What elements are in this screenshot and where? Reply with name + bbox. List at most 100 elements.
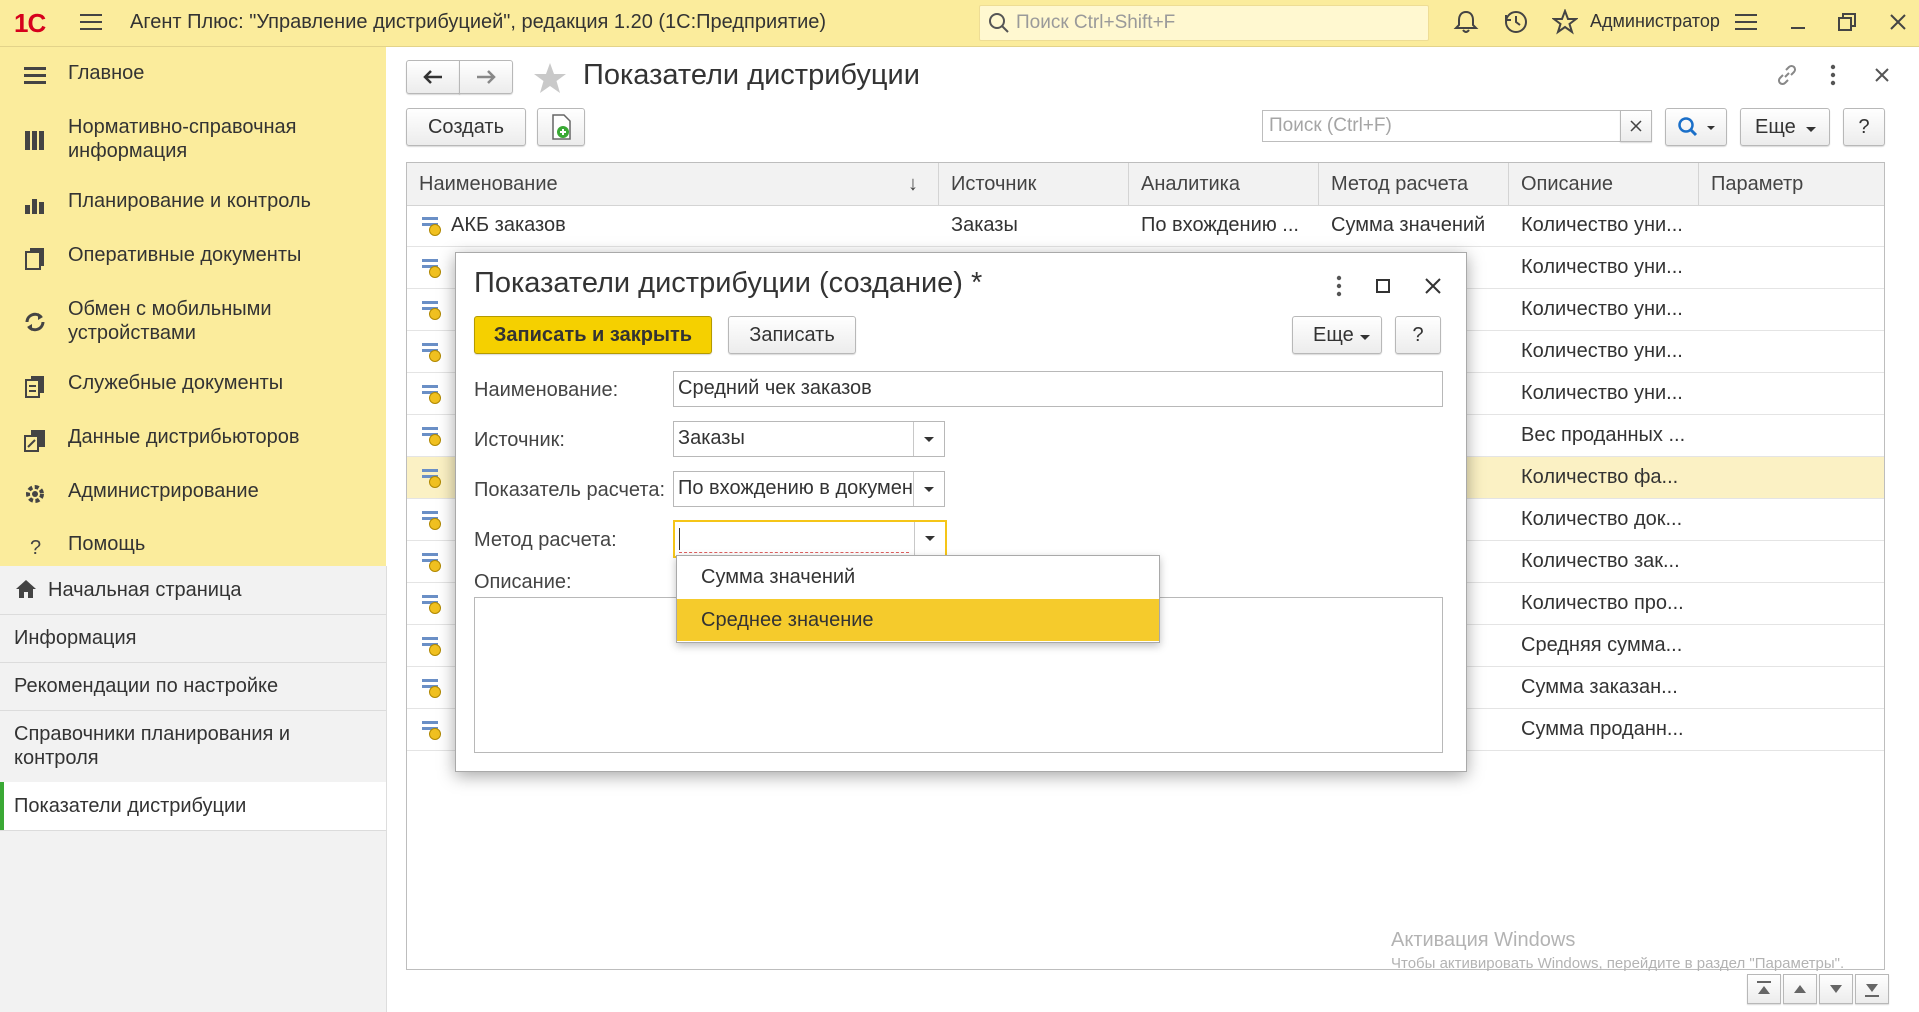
list-search-placeholder: Поиск (Ctrl+F) bbox=[1269, 115, 1392, 136]
source-dropdown-button[interactable] bbox=[913, 422, 944, 456]
nav-label: Рекомендации по настройке bbox=[14, 675, 279, 697]
column-header-source[interactable]: Источник bbox=[939, 163, 1129, 205]
arrow-left-icon bbox=[423, 70, 442, 84]
option-sum[interactable]: Сумма значений bbox=[677, 556, 1159, 598]
notifications-bell-icon[interactable] bbox=[1453, 9, 1479, 35]
indicator-item-icon bbox=[421, 719, 443, 741]
forward-button[interactable] bbox=[459, 60, 513, 94]
scroll-up-button[interactable] bbox=[1783, 974, 1817, 1004]
list-help-button[interactable]: ? bbox=[1843, 108, 1885, 146]
cell-desc: Количество фа... bbox=[1521, 466, 1679, 488]
indicator-item-icon bbox=[421, 257, 443, 279]
section-reference[interactable]: Нормативно-справочная информация bbox=[0, 115, 386, 165]
search-options-button[interactable] bbox=[1665, 108, 1727, 146]
scroll-down-button[interactable] bbox=[1819, 974, 1853, 1004]
catalog-icon bbox=[22, 127, 48, 153]
save-button[interactable]: Записать bbox=[728, 316, 856, 354]
sections-panel: Главное Нормативно-справочная информация… bbox=[0, 47, 386, 566]
section-distributor-data[interactable]: Данные дистрибьюторов bbox=[0, 425, 386, 455]
section-administration[interactable]: Администрирование bbox=[0, 479, 386, 509]
indicator-select[interactable]: По вхождению в докумен bbox=[673, 471, 945, 507]
scroll-bottom-button[interactable] bbox=[1855, 974, 1889, 1004]
cell-desc: Количество уни... bbox=[1521, 298, 1683, 320]
name-field[interactable]: Средний чек заказов bbox=[673, 371, 1443, 407]
section-help[interactable]: ? Помощь bbox=[0, 532, 386, 562]
section-operational-docs[interactable]: Оперативные документы bbox=[0, 243, 386, 273]
cell-method: Сумма значений bbox=[1331, 214, 1486, 236]
dialog-help-button[interactable]: ? bbox=[1395, 316, 1441, 354]
nav-label: Начальная страница bbox=[48, 579, 242, 601]
cell-desc: Количество уни... bbox=[1521, 214, 1683, 236]
chart-icon bbox=[22, 191, 48, 217]
global-search-input[interactable]: Поиск Ctrl+Shift+F bbox=[979, 5, 1429, 41]
dialog-close-icon[interactable] bbox=[1420, 273, 1446, 305]
section-main[interactable]: Главное bbox=[0, 61, 386, 91]
favorite-star-icon[interactable] bbox=[533, 62, 567, 100]
column-header-parameter[interactable]: Параметр bbox=[1699, 163, 1884, 205]
section-label: Служебные документы bbox=[68, 372, 284, 394]
settings-lines-icon[interactable] bbox=[1733, 9, 1759, 35]
minimize-icon[interactable] bbox=[1785, 9, 1811, 35]
section-label: Данные дистрибьюторов bbox=[68, 426, 300, 448]
dialog-more-button[interactable]: Еще bbox=[1292, 316, 1382, 354]
close-app-icon[interactable] bbox=[1885, 9, 1911, 35]
favorites-star-icon[interactable] bbox=[1551, 8, 1579, 35]
cell-desc: Средняя сумма... bbox=[1521, 634, 1683, 656]
nav-planning-catalogs[interactable]: Справочники планирования и контроля bbox=[0, 710, 386, 783]
back-button[interactable] bbox=[406, 60, 460, 94]
link-icon[interactable] bbox=[1774, 62, 1800, 94]
dialog-more-icon[interactable] bbox=[1332, 273, 1346, 305]
source-select[interactable]: Заказы bbox=[673, 421, 945, 457]
navigation-panel: Начальная страница Информация Рекомендац… bbox=[0, 566, 387, 1012]
up-icon bbox=[1794, 985, 1806, 993]
section-mobile-exchange[interactable]: Обмен с мобильными устройствами bbox=[0, 297, 386, 347]
column-header-name[interactable]: Наименование ↓ bbox=[407, 163, 939, 205]
history-icon[interactable] bbox=[1503, 9, 1529, 35]
restore-window-icon[interactable] bbox=[1834, 9, 1860, 35]
create-copy-icon bbox=[552, 114, 571, 140]
cell-desc: Вес проданных ... bbox=[1521, 424, 1686, 446]
save-and-close-button[interactable]: Записать и закрыть bbox=[474, 316, 712, 354]
user-name[interactable]: Администратор bbox=[1590, 11, 1720, 32]
page-title: Показатели дистрибуции bbox=[583, 59, 920, 91]
nav-home[interactable]: Начальная страница bbox=[0, 566, 386, 615]
indicator-dropdown-button[interactable] bbox=[913, 472, 944, 506]
chevron-down-icon bbox=[1806, 127, 1816, 132]
column-header-method[interactable]: Метод расчета bbox=[1319, 163, 1509, 205]
chevron-down-icon bbox=[925, 536, 935, 541]
sync-icon bbox=[22, 309, 48, 335]
nav-information[interactable]: Информация bbox=[0, 614, 386, 663]
nav-recommendations[interactable]: Рекомендации по настройке bbox=[0, 662, 386, 711]
scroll-top-button[interactable] bbox=[1747, 974, 1781, 1004]
option-average[interactable]: Среднее значение bbox=[677, 599, 1159, 641]
indicator-item-icon bbox=[421, 551, 443, 573]
menu-icon bbox=[22, 63, 48, 89]
section-planning[interactable]: Планирование и контроль bbox=[0, 189, 386, 219]
dialog-maximize-icon[interactable] bbox=[1370, 273, 1396, 305]
main-menu-icon[interactable] bbox=[80, 12, 102, 32]
method-select[interactable] bbox=[673, 520, 947, 558]
service-docs-icon bbox=[22, 373, 48, 399]
clear-search-button[interactable] bbox=[1620, 110, 1652, 142]
cell-name: АКБ заказов bbox=[451, 214, 566, 236]
name-value: Средний чек заказов bbox=[678, 377, 872, 399]
cell-source: Заказы bbox=[951, 214, 1018, 236]
more-actions-icon[interactable] bbox=[1826, 62, 1840, 94]
app-logo: 1С bbox=[14, 8, 46, 38]
table-row[interactable]: АКБ заказов Заказы По вхождению ... Сумма з… bbox=[407, 205, 1884, 247]
windows-activation-title: Активация Windows bbox=[1391, 929, 1576, 951]
column-header-description[interactable]: Описание bbox=[1509, 163, 1699, 205]
create-button[interactable]: Создать bbox=[406, 108, 526, 146]
copy-button[interactable] bbox=[537, 108, 585, 146]
section-label: Главное bbox=[68, 62, 145, 84]
column-header-analytics[interactable]: Аналитика bbox=[1129, 163, 1319, 205]
list-more-button[interactable]: Еще bbox=[1740, 108, 1830, 146]
nav-distribution-indicators[interactable]: Показатели дистрибуции bbox=[0, 782, 386, 831]
global-search-placeholder: Поиск Ctrl+Shift+F bbox=[1016, 12, 1176, 33]
indicator-value: По вхождению в докумен bbox=[678, 477, 913, 499]
cell-desc: Количество уни... bbox=[1521, 256, 1683, 278]
method-dropdown-button[interactable] bbox=[914, 522, 945, 556]
close-form-icon[interactable] bbox=[1869, 62, 1895, 94]
section-service-docs[interactable]: Служебные документы bbox=[0, 371, 386, 401]
list-search-input[interactable]: Поиск (Ctrl+F) bbox=[1262, 110, 1649, 142]
